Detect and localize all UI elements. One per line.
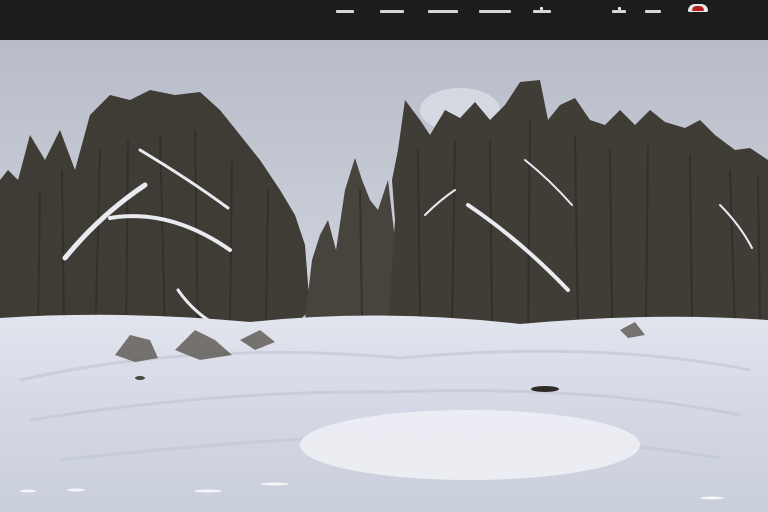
toolbar-item-6[interactable] [612,7,626,14]
record-indicator-icon[interactable] [688,4,708,12]
dark-object-in-snow [531,386,559,392]
snowy-forest-panorama [0,40,768,512]
snow-ground [0,314,768,512]
toolbar-item-2[interactable] [380,8,404,14]
top-toolbar [0,0,768,40]
toolbar-item-4[interactable] [479,8,511,14]
toolbar-item-7[interactable] [645,8,661,14]
toolbar-item-5[interactable] [533,7,551,14]
toolbar-item-3[interactable] [428,8,458,14]
debris-left [135,376,145,380]
snow-bright-patch [300,410,640,480]
toolbar-item-1[interactable] [336,8,354,14]
panorama-frame [0,0,768,512]
